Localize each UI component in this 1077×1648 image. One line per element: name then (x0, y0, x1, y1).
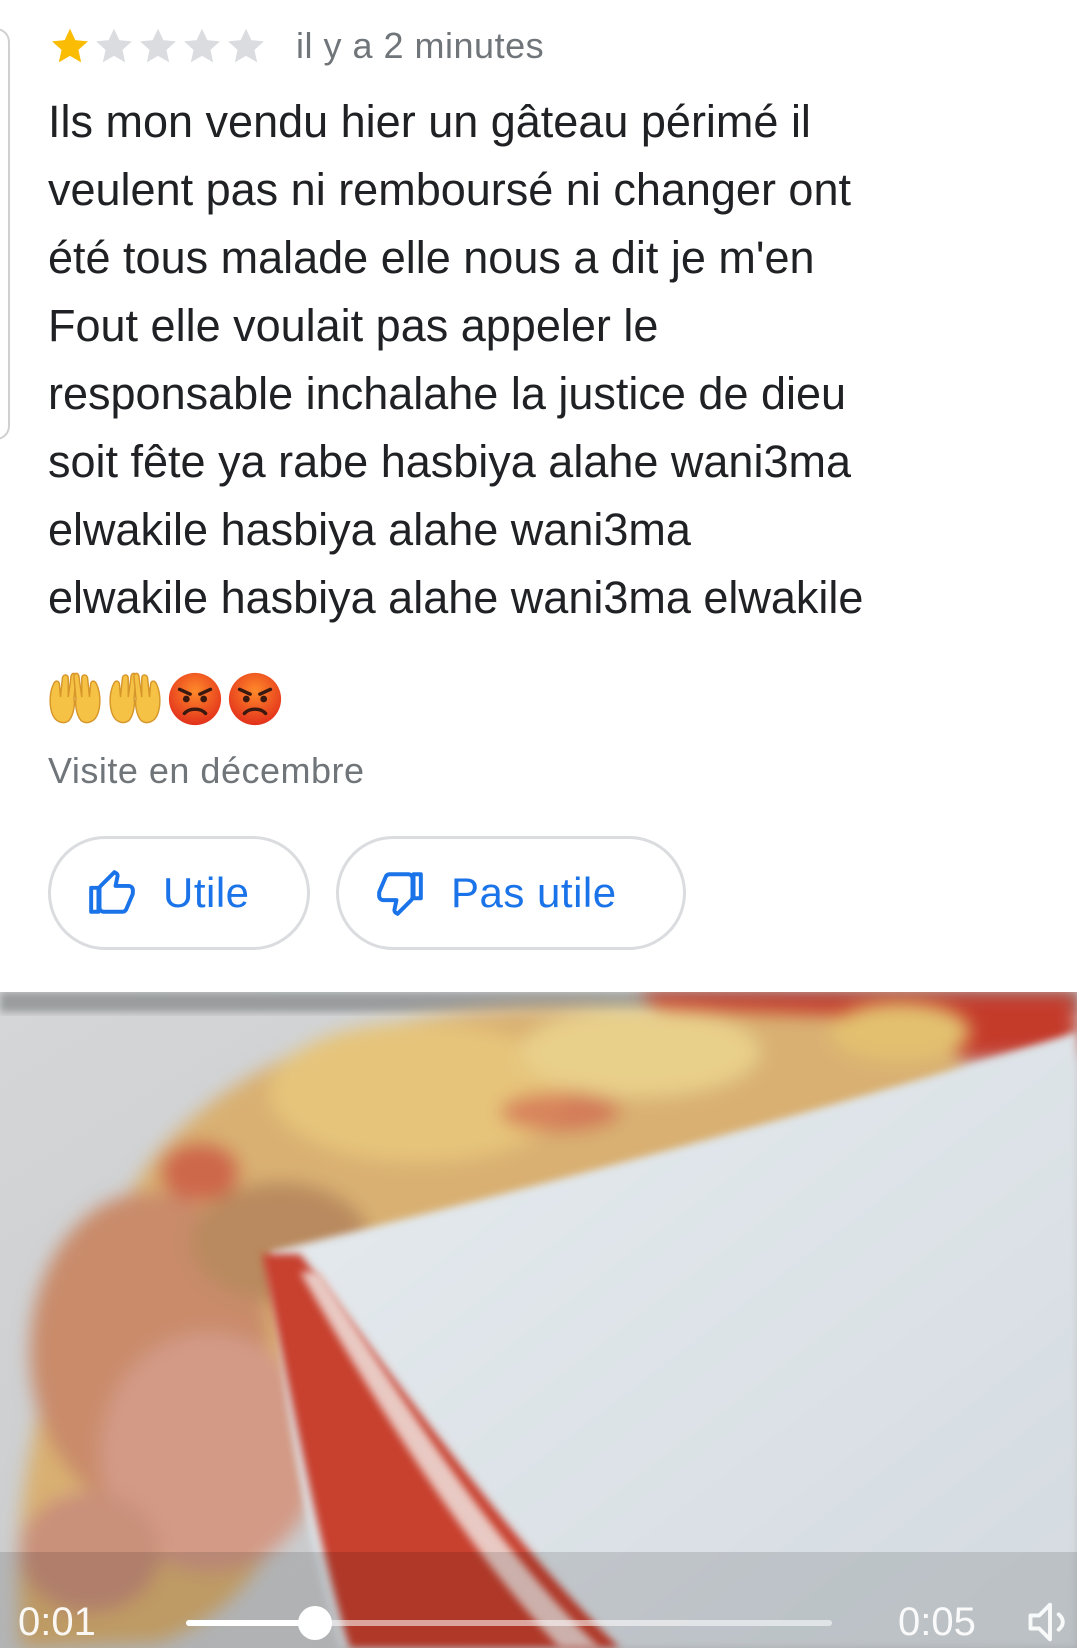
volume-icon[interactable] (1024, 1596, 1076, 1648)
not-helpful-label: Pas utile (451, 869, 617, 916)
seek-bar[interactable] (186, 1606, 832, 1640)
star-empty-icon (96, 28, 132, 63)
palms-up-icon (49, 672, 101, 724)
thumbs-up-icon (89, 870, 135, 914)
total-time: 0:05 (898, 1600, 976, 1644)
helpful-label: Utile (163, 869, 250, 916)
video-frame (0, 992, 1077, 1648)
seek-handle[interactable] (298, 1606, 333, 1640)
angry-face-icon (168, 672, 222, 726)
current-time: 0:01 (18, 1600, 96, 1644)
helpful-button[interactable]: Utile (48, 836, 310, 950)
review-video[interactable] (0, 992, 1077, 1648)
review-timestamp: il y a 2 minutes (296, 25, 545, 66)
visit-date: Visite en décembre (48, 750, 365, 791)
star-filled-icon (52, 28, 88, 63)
review-text: Ils mon vendu hier un gâteau périmé il v… (48, 96, 864, 623)
star-rating (48, 24, 268, 68)
star-empty-icon (228, 28, 264, 63)
seek-progress (186, 1620, 316, 1626)
review-emojis (46, 670, 284, 728)
star-empty-icon (140, 28, 176, 63)
palms-up-icon (109, 672, 161, 724)
angry-face-icon (228, 672, 282, 726)
card-edge (0, 28, 10, 440)
thumbs-down-icon (377, 872, 423, 916)
star-empty-icon (184, 28, 220, 63)
review-page: il y a 2 minutes Ils mon vendu hier un g… (0, 0, 1077, 1648)
review-header: il y a 2 minutes (48, 24, 544, 68)
not-helpful-button[interactable]: Pas utile (336, 836, 686, 950)
